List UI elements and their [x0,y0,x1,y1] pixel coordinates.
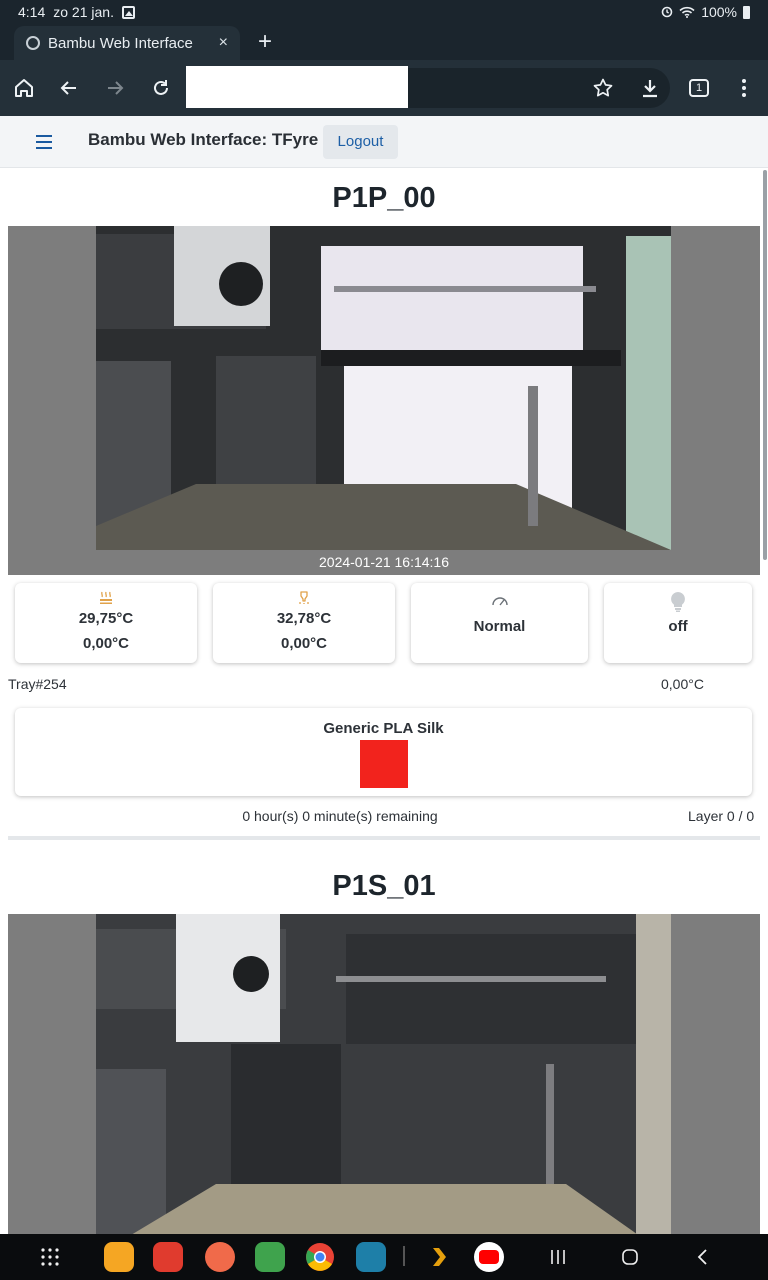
notes-app-icon[interactable] [153,1242,183,1272]
back-nav-icon[interactable] [694,1248,712,1266]
heatbed-icon [100,591,112,604]
home-icon[interactable] [13,77,35,99]
new-tab-button[interactable]: + [258,28,272,56]
files-app-icon[interactable] [104,1242,134,1272]
filament-color-swatch [360,740,408,788]
tray-label: Tray#254 [8,676,67,692]
contacts-app-icon[interactable] [205,1242,235,1272]
tab-switcher-button[interactable]: 1 [689,79,709,97]
wifi-icon [679,6,695,18]
app-drawer-icon[interactable] [40,1247,60,1267]
status-time: 4:14 [18,4,46,20]
battery-icon [743,5,750,19]
printer-name: P1P_00 [332,182,436,214]
printer-divider [8,836,760,840]
tab-bambu[interactable]: Bambu Web Interface × [14,26,240,60]
forward-icon[interactable] [104,77,126,99]
lightbulb-icon [671,592,685,612]
status-date: zo 21 jan. [53,4,114,20]
bed-target-temp: 0,00°C [82,635,130,652]
dock-separator [403,1246,405,1266]
speedometer-icon [491,597,508,606]
globe-icon [26,36,40,50]
android-nav-bar [0,1234,768,1280]
filament-card[interactable]: Generic PLA Silk [15,708,752,796]
camera-feed-image [96,226,671,550]
browser-toolbar [0,60,768,116]
nozzle-icon [299,591,309,604]
youtube-app-icon[interactable] [474,1242,504,1272]
tab-strip: Bambu Web Interface × + [0,24,768,60]
tab-title: Bambu Web Interface [48,34,193,52]
calendar-app-icon[interactable] [356,1242,386,1272]
nozzle-target-temp: 0,00°C [280,635,328,652]
calculator-app-icon[interactable] [255,1242,285,1272]
speed-mode: Normal [473,618,526,635]
logout-button[interactable]: Logout [323,125,398,159]
printer-list: P1P_00 2024-01-21 16:14:16 29,75°C 0,00°… [0,168,768,1234]
app-header: Bambu Web Interface: TFyre Logout [0,116,768,168]
back-icon[interactable] [58,77,80,99]
printer-name: P1S_01 [332,870,436,902]
redacted-url [186,66,408,108]
bed-current-temp: 29,75°C [78,610,134,627]
camera-timestamp: 2024-01-21 16:14:16 [319,554,449,570]
more-menu-icon[interactable] [733,77,755,99]
plex-app-icon[interactable] [425,1244,451,1270]
gallery-notification-icon [121,5,135,19]
camera-feed-image [96,914,671,1234]
home-nav-icon[interactable] [621,1248,639,1266]
hamburger-menu-icon[interactable] [36,135,52,149]
chrome-app-icon[interactable] [305,1242,335,1272]
nozzle-temperature-card: 32,78°C 0,00°C [213,583,395,663]
speed-card[interactable]: Normal [411,583,588,663]
tray-temperature: 0,00°C [661,676,704,692]
camera-view: 2024-01-21 16:14:16 [8,226,760,575]
close-tab-icon[interactable]: × [219,34,228,52]
filament-name: Generic PLA Silk [323,720,444,737]
alarm-icon [661,6,673,18]
nozzle-current-temp: 32,78°C [276,610,332,627]
download-icon[interactable] [639,77,661,99]
battery-level: 100% [701,4,737,20]
status-bar: 4:14 zo 21 jan. 100% [0,0,768,24]
camera-view [8,914,760,1234]
layer-progress: Layer 0 / 0 [688,808,755,824]
light-card[interactable]: off [604,583,752,663]
recent-apps-icon[interactable] [549,1248,567,1266]
bed-temperature-card: 29,75°C 0,00°C [15,583,197,663]
app-title: Bambu Web Interface: TFyre [88,130,319,149]
light-status: off [668,618,688,635]
bookmark-star-icon[interactable] [592,77,614,99]
remaining-time: 0 hour(s) 0 minute(s) remaining [242,808,438,824]
reload-icon[interactable] [150,77,172,99]
